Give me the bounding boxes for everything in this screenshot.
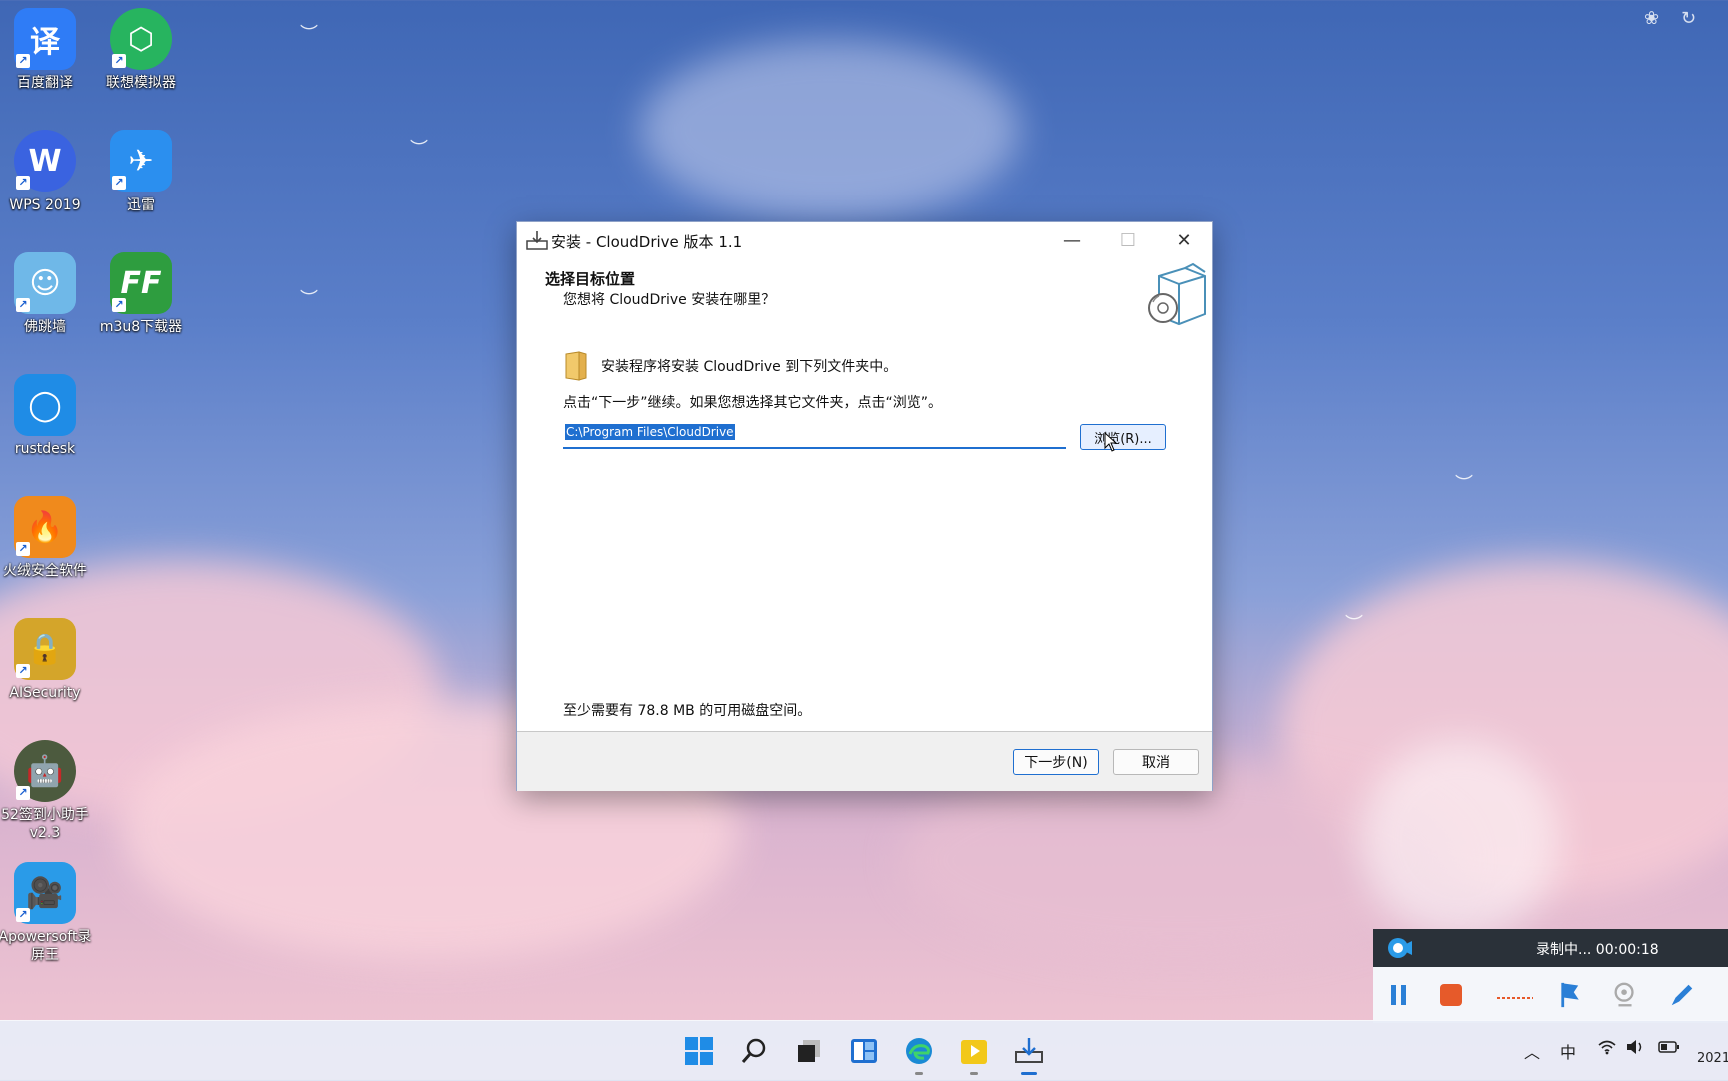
recorder-logo-icon bbox=[1388, 938, 1412, 958]
installer-taskbar-button[interactable] bbox=[1012, 1034, 1046, 1075]
wifi-icon[interactable] bbox=[1598, 1039, 1616, 1059]
page-heading: 选择目标位置 bbox=[545, 270, 636, 288]
refresh-icon[interactable]: ↻ bbox=[1681, 8, 1703, 30]
maximize-button[interactable]: ☐ bbox=[1100, 222, 1156, 258]
install-path-value: C:\Program Files\CloudDrive bbox=[565, 424, 735, 440]
taskbar: ︿ 中 2021 bbox=[0, 1020, 1728, 1081]
volume-icon[interactable] bbox=[1626, 1039, 1644, 1059]
pause-icon bbox=[1391, 985, 1406, 1005]
windows-logo-icon bbox=[685, 1037, 713, 1065]
dialog-title: 安装 - CloudDrive 版本 1.1 bbox=[551, 233, 743, 251]
minimize-button[interactable]: — bbox=[1044, 222, 1100, 258]
desktop-icon-xunlei[interactable]: ✈ ↗ 迅雷 bbox=[93, 130, 189, 214]
mouse-cursor-icon bbox=[1104, 432, 1118, 452]
flag-pen-icon bbox=[1561, 982, 1579, 1008]
robot-icon: 🤖 ↗ bbox=[14, 740, 76, 802]
audio-level-icon bbox=[1497, 997, 1533, 999]
desktop-icon-huorong[interactable]: 🔥 ↗ 火绒安全软件 bbox=[0, 496, 93, 580]
installer-icon bbox=[1015, 1038, 1043, 1063]
rustdesk-icon: ◯ bbox=[14, 374, 76, 436]
webcam-button[interactable] bbox=[1611, 981, 1639, 1009]
audio-level bbox=[1495, 981, 1535, 1009]
m3u8-icon: FF ↗ bbox=[110, 252, 172, 314]
pencil-icon bbox=[1671, 984, 1693, 1006]
clock-date[interactable]: 2021 bbox=[1697, 1051, 1728, 1066]
desktop-icon-aisecurity[interactable]: 🔒 ↗ AISecurity bbox=[0, 618, 93, 702]
desktop-icon-apowersoft[interactable]: 🎥 ↗ Apowersoft录屏王 bbox=[0, 862, 93, 964]
package-disc-icon bbox=[1148, 262, 1206, 326]
desktop-icon-m3u8[interactable]: FF ↗ m3u8下载器 bbox=[93, 252, 189, 336]
start-button[interactable] bbox=[682, 1034, 716, 1068]
lock-icon: 🔒 ↗ bbox=[14, 618, 76, 680]
emulator-icon: ⬡ ↗ bbox=[110, 8, 172, 70]
dialog-footer: 下一步(N) 取消 bbox=[517, 731, 1212, 791]
desktop-icon-baidu-translate[interactable]: 译 ↗ 百度翻译 bbox=[0, 8, 93, 92]
page-subheading: 您想将 CloudDrive 安装在哪里？ bbox=[563, 292, 776, 308]
translate-icon: 译 ↗ bbox=[14, 8, 76, 70]
fotiaoqiang-icon: ☺ ↗ bbox=[14, 252, 76, 314]
install-path-input[interactable]: C:\Program Files\CloudDrive bbox=[563, 424, 1066, 449]
task-view-icon bbox=[798, 1040, 820, 1062]
widgets-icon bbox=[851, 1039, 877, 1063]
stop-icon bbox=[1440, 984, 1462, 1006]
stop-button[interactable] bbox=[1437, 981, 1465, 1009]
tulip-icon[interactable]: ❀ bbox=[1644, 8, 1666, 30]
ime-indicator[interactable]: 中 bbox=[1560, 1039, 1576, 1063]
desktop-icon-52-signin[interactable]: 🤖 ↗ 52签到小助手v2.3 bbox=[0, 740, 93, 842]
disk-space-text: 至少需要有 78.8 MB 的可用磁盘空间。 bbox=[563, 703, 812, 719]
install-message-row: 安装程序将安装 CloudDrive 到下列文件夹中。 bbox=[563, 350, 897, 382]
title-bar[interactable]: 安装 - CloudDrive 版本 1.1 — ☐ ✕ bbox=[517, 222, 1212, 258]
annotate-button[interactable] bbox=[1559, 981, 1587, 1009]
desktop-icon-rustdesk[interactable]: ◯ rustdesk bbox=[0, 374, 93, 458]
task-view-button[interactable] bbox=[792, 1034, 826, 1068]
desktop-icon-fotiaoqiang[interactable]: ☺ ↗ 佛跳墙 bbox=[0, 252, 93, 336]
pen-button[interactable] bbox=[1668, 981, 1696, 1009]
next-button[interactable]: 下一步(N) bbox=[1013, 749, 1099, 775]
installer-icon bbox=[526, 231, 548, 250]
cancel-button[interactable]: 取消 bbox=[1113, 749, 1199, 775]
xunlei-icon: ✈ ↗ bbox=[110, 130, 172, 192]
browse-button[interactable]: 浏览(R)... bbox=[1080, 424, 1166, 450]
desktop-icon-lenovo-emulator[interactable]: ⬡ ↗ 联想模拟器 bbox=[93, 8, 189, 92]
search-icon bbox=[741, 1038, 766, 1063]
huorong-icon: 🔥 ↗ bbox=[14, 496, 76, 558]
recorder-controls bbox=[1373, 967, 1728, 1023]
edge-button[interactable] bbox=[902, 1034, 936, 1075]
desktop-icon-wps[interactable]: W ↗ WPS 2019 bbox=[0, 130, 93, 214]
recording-status: 录制中... 00:00:18 bbox=[1536, 942, 1659, 958]
install-message: 安装程序将安装 CloudDrive 到下列文件夹中。 bbox=[601, 359, 898, 375]
pause-button[interactable] bbox=[1385, 981, 1413, 1009]
screen-recorder-widget: 录制中... 00:00:18 bbox=[1373, 929, 1728, 1023]
player-icon bbox=[961, 1040, 987, 1064]
battery-icon[interactable] bbox=[1658, 1039, 1680, 1058]
installer-dialog: 安装 - CloudDrive 版本 1.1 — ☐ ✕ 选择目标位置 您想将 … bbox=[516, 221, 1213, 791]
recorder-header[interactable]: 录制中... 00:00:18 bbox=[1373, 929, 1728, 967]
wps-icon: W ↗ bbox=[14, 130, 76, 192]
folder-icon bbox=[565, 351, 587, 381]
player-button[interactable] bbox=[957, 1034, 991, 1075]
widgets-button[interactable] bbox=[847, 1034, 881, 1068]
camera-icon: 🎥 ↗ bbox=[14, 862, 76, 924]
instruction-text: 点击“下一步”继续。如果您想选择其它文件夹，点击“浏览”。 bbox=[563, 395, 943, 411]
close-button[interactable]: ✕ bbox=[1156, 222, 1212, 258]
tray-chevron-up-icon[interactable]: ︿ bbox=[1524, 1039, 1540, 1063]
webcam-icon bbox=[1614, 982, 1634, 1007]
edge-icon bbox=[906, 1038, 932, 1064]
search-button[interactable] bbox=[737, 1034, 771, 1068]
